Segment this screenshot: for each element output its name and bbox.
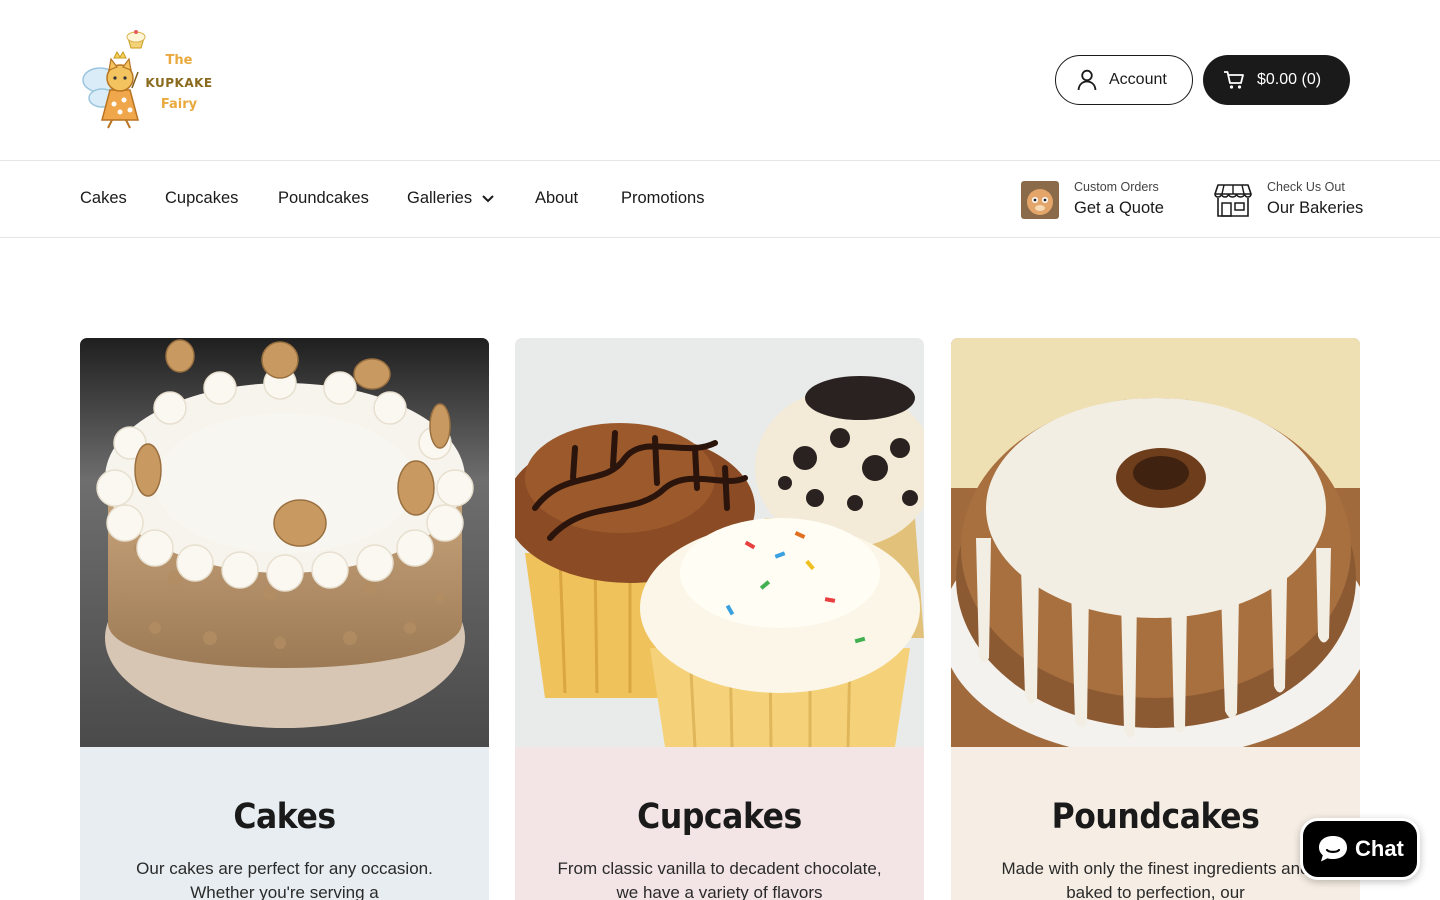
cart-icon bbox=[1224, 71, 1244, 89]
card-title: Cakes bbox=[233, 797, 336, 837]
site-header: The KUPKAKE Fairy Account $0.00 (0) bbox=[0, 0, 1440, 160]
card-body: Poundcakes Made with only the finest ing… bbox=[951, 747, 1360, 900]
cupcakes-image bbox=[515, 338, 924, 747]
poundcake-image bbox=[951, 338, 1360, 747]
account-button[interactable]: Account bbox=[1055, 55, 1193, 105]
nav-item-poundcakes[interactable]: Poundcakes bbox=[278, 189, 369, 208]
our-bakeries-link[interactable]: Check Us Out Our Bakeries bbox=[1214, 179, 1363, 220]
card-body: Cupcakes From classic vanilla to decaden… bbox=[515, 747, 924, 900]
nav-item-cakes[interactable]: Cakes bbox=[80, 189, 127, 208]
logo-line-2: KUPKAKE bbox=[145, 76, 213, 90]
nav-item-cupcakes[interactable]: Cupcakes bbox=[165, 189, 238, 208]
custom-orders-link[interactable]: Custom Orders Get a Quote bbox=[1021, 179, 1164, 220]
promo-big-label: Our Bakeries bbox=[1267, 199, 1364, 217]
card-description: Our cakes are perfect for any occasion. … bbox=[136, 859, 433, 900]
nav-item-label: Promotions bbox=[621, 189, 705, 207]
nav-item-label: Cakes bbox=[80, 189, 127, 207]
nav-item-label: Cupcakes bbox=[165, 189, 239, 207]
card-body: Cakes Our cakes are perfect for any occa… bbox=[80, 747, 489, 900]
nav-item-galleries[interactable]: Galleries bbox=[407, 189, 495, 208]
category-card-cupcakes[interactable]: Cupcakes From classic vanilla to decaden… bbox=[515, 338, 924, 900]
storefront-icon bbox=[1214, 183, 1252, 217]
promo-small-label: Check Us Out bbox=[1267, 180, 1345, 194]
site-logo[interactable]: The KUPKAKE Fairy bbox=[80, 28, 220, 132]
category-card-cakes[interactable]: Cakes Our cakes are perfect for any occa… bbox=[80, 338, 489, 900]
custom-order-thumbnail bbox=[1021, 180, 1059, 219]
chat-button[interactable]: Chat bbox=[1300, 818, 1420, 880]
chevron-down-icon bbox=[482, 195, 494, 203]
logo-line-3: Fairy bbox=[160, 97, 198, 112]
card-description: From classic vanilla to decadent chocola… bbox=[557, 859, 882, 900]
nav-item-label: Poundcakes bbox=[278, 189, 369, 207]
nav-item-promotions[interactable]: Promotions bbox=[621, 189, 704, 208]
chat-bubble-icon bbox=[1319, 836, 1347, 862]
chat-label: Chat bbox=[1355, 836, 1404, 861]
cake-image bbox=[80, 338, 489, 747]
category-card-poundcakes[interactable]: Poundcakes Made with only the finest ing… bbox=[951, 338, 1360, 900]
promo-big-label: Get a Quote bbox=[1074, 199, 1164, 217]
promo-small-label: Custom Orders bbox=[1074, 180, 1159, 194]
nav-item-about[interactable]: About bbox=[535, 189, 578, 208]
main-nav: Cakes Cupcakes Poundcakes Galleries Abou… bbox=[0, 160, 1440, 238]
user-icon bbox=[1077, 69, 1097, 91]
cart-total: $0.00 (0) bbox=[1257, 71, 1322, 88]
nav-item-label: Galleries bbox=[407, 189, 473, 207]
card-title: Cupcakes bbox=[637, 797, 802, 837]
cart-button[interactable]: $0.00 (0) bbox=[1203, 55, 1350, 105]
logo-line-1: The bbox=[165, 53, 193, 68]
account-label: Account bbox=[1109, 71, 1167, 88]
nav-item-label: About bbox=[535, 189, 579, 207]
card-description: Made with only the finest ingredients an… bbox=[1001, 859, 1310, 900]
card-title: Poundcakes bbox=[1051, 797, 1260, 837]
